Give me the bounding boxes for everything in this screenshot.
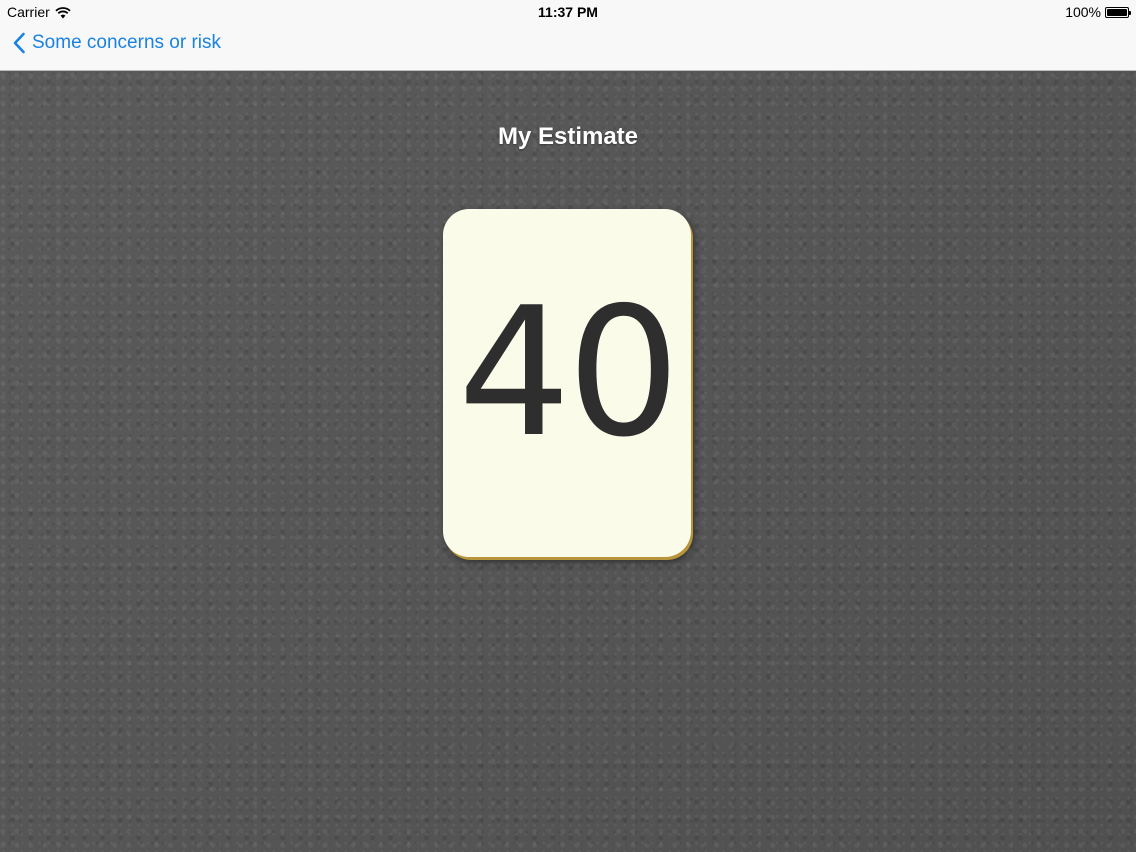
status-bar: Carrier 11:37 PM 100% xyxy=(0,0,1136,24)
battery-fill xyxy=(1107,8,1127,16)
battery-icon xyxy=(1105,6,1131,18)
battery-percent: 100% xyxy=(1065,4,1101,20)
top-chrome: Carrier 11:37 PM 100% Some concerns or r… xyxy=(0,0,1136,71)
estimate-card-value: 40 xyxy=(457,269,680,476)
screen: Carrier 11:37 PM 100% Some concerns or r… xyxy=(0,0,1136,852)
battery-info: 100% xyxy=(1065,4,1131,20)
navigation-bar: Some concerns or risk xyxy=(0,24,1136,70)
status-time: 11:37 PM xyxy=(538,4,598,20)
estimate-content: My Estimate 40 xyxy=(0,71,1136,852)
back-button-label: Some concerns or risk xyxy=(32,32,222,53)
back-button[interactable]: Some concerns or risk xyxy=(12,32,221,54)
estimate-card[interactable]: 40 xyxy=(443,209,691,557)
chevron-left-icon xyxy=(12,32,26,54)
page-title: My Estimate xyxy=(497,123,639,150)
